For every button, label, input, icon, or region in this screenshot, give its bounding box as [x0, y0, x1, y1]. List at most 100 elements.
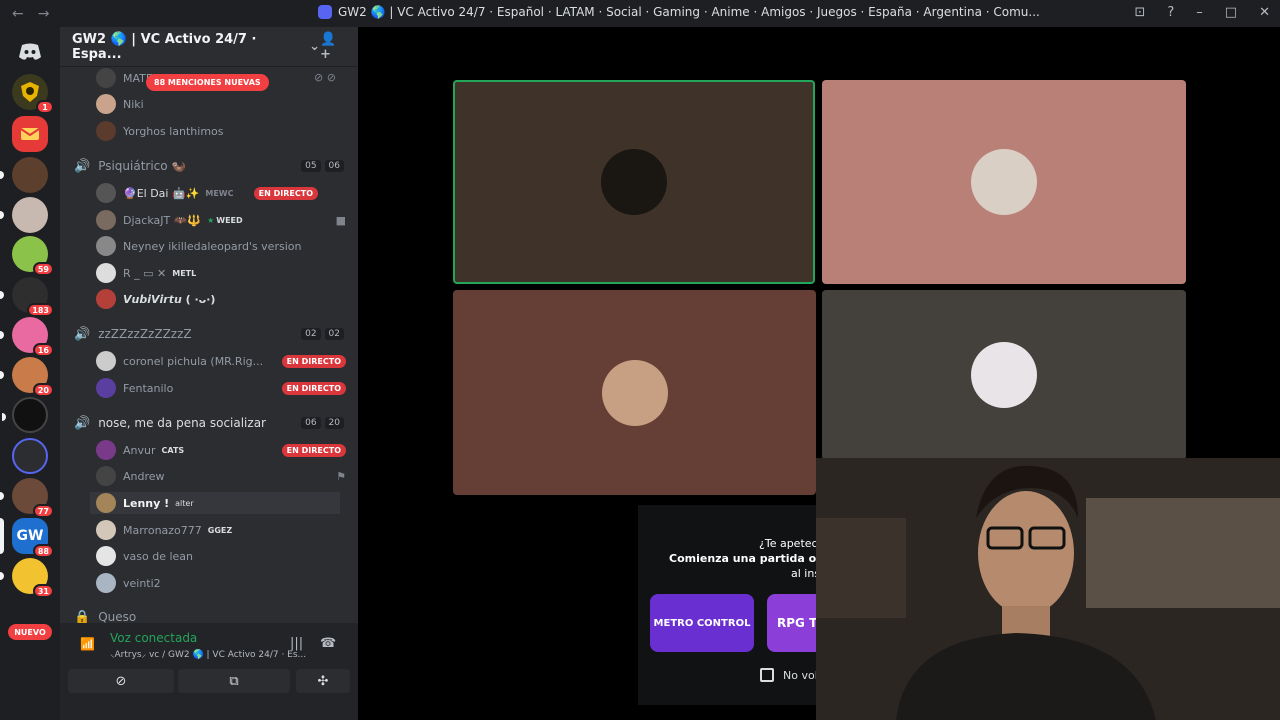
avatar — [96, 573, 116, 593]
minimize-button[interactable]: – — [1196, 5, 1203, 20]
voice-user[interactable]: veinti2 — [96, 572, 161, 594]
server-rail: 1 59 183 16 20 77 GW 88 31 NUEVO — [0, 27, 60, 720]
server-icon-5[interactable]: 59 — [12, 236, 54, 276]
participant-tile[interactable] — [822, 80, 1186, 284]
participant-tile-speaking[interactable] — [453, 80, 815, 284]
voice-user[interactable]: Niki — [96, 93, 144, 115]
server-icon-7[interactable]: 16 — [0, 317, 54, 357]
inbox-icon[interactable]: ⊡ — [1134, 5, 1145, 20]
voice-user[interactable]: Neyney ikilledaleopard's version — [96, 235, 301, 257]
voice-user[interactable]: MATE — [96, 67, 153, 89]
server-icon-8[interactable]: 20 — [0, 357, 54, 397]
clan-tag: CATS — [161, 445, 185, 455]
signal-icon: 📶 — [80, 637, 95, 651]
voice-user[interactable]: Anvur CATS EN DIRECTO — [96, 439, 346, 461]
activity-card-metro-control[interactable]: METRO CONTROL — [650, 594, 754, 652]
nuevo-pill[interactable]: NUEVO — [8, 624, 52, 640]
add-user-icon[interactable]: 👤+ — [320, 32, 346, 62]
participant-avatar — [971, 149, 1037, 215]
notification-badge: 77 — [32, 504, 54, 518]
server-icon-gw2[interactable]: GW 88 — [0, 518, 54, 558]
server-icon-4[interactable] — [0, 197, 48, 233]
avatar — [96, 236, 116, 256]
live-badge: EN DIRECTO — [281, 354, 346, 368]
server-header[interactable]: GW2 🌎 | VC Activo 24/7 · Espa... ⌄ 👤+ — [60, 27, 358, 67]
home-discord-icon[interactable] — [12, 34, 48, 70]
voice-user[interactable]: DjackaJT 🦇🔱 ★ WEED ■ — [96, 209, 346, 231]
server-icon-9[interactable] — [2, 397, 48, 433]
avatar — [96, 351, 116, 371]
user-name: veinti2 — [123, 576, 161, 590]
back-arrow-icon[interactable]: ← — [12, 6, 24, 22]
user-name: coronel pichula (MR.Rig... — [123, 354, 264, 368]
notification-badge: 59 — [32, 262, 54, 276]
server-icon-3[interactable] — [0, 157, 48, 193]
notification-badge: 31 — [32, 584, 54, 598]
webcam-overlay — [816, 458, 1280, 720]
voice-user[interactable]: vaso de lean — [96, 545, 193, 567]
voice-user[interactable]: 𝙑𝙪𝙗𝙞𝙑𝙞𝙧𝙩𝙪 ( ·ᴗ·) — [96, 288, 215, 310]
window-title: GW2 🌎 | VC Activo 24/7 · Español · LATAM… — [338, 5, 1040, 19]
gamepad-icon: ⚑ — [336, 469, 346, 483]
user-name: R _ ▭ ✕ — [123, 266, 167, 280]
user-name: Niki — [123, 97, 144, 111]
avatar — [96, 289, 116, 309]
activity-text-2: al ins — [791, 567, 818, 580]
user-name: Marronazo777 — [123, 523, 202, 537]
voice-channel-nose[interactable]: 🔊 nose, me da pena socializar 06 20 — [74, 412, 344, 434]
avatar — [96, 520, 116, 540]
camera-off-button[interactable]: ⊘ — [68, 669, 174, 693]
voice-channel-path[interactable]: ⸜Artrys⸝ vc / GW2 🌎 | VC Activo 24/7 · E… — [110, 647, 306, 660]
participant-tile[interactable] — [453, 290, 816, 495]
server-icon-1[interactable]: 1 — [12, 74, 54, 114]
clan-tag: alter — [175, 498, 194, 508]
avatar — [96, 378, 116, 398]
chevron-down-icon[interactable]: ⌄ — [309, 39, 320, 54]
voice-user[interactable]: Lenny ! alter — [90, 492, 340, 514]
voice-channel-zz[interactable]: 🔊 zzZZzzZzZZzzZ 02 02 — [74, 323, 344, 345]
voice-channel-psiquiatrico[interactable]: 🔊 Psiquiátrico 🦦 05 06 — [74, 155, 344, 177]
server-icon-2[interactable] — [12, 116, 48, 152]
voice-user[interactable]: Marronazo777 GGEZ — [96, 519, 232, 541]
activity-card-rpg[interactable]: RPG Ta — [767, 594, 818, 652]
voice-user[interactable]: Yorghos lanthimos — [96, 120, 224, 142]
clan-tag: GGEZ — [207, 525, 233, 535]
notification-badge: 183 — [27, 303, 54, 317]
user-name: Neyney ikilledaleopard's version — [123, 239, 302, 253]
avatar — [96, 94, 116, 114]
dont-show-checkbox[interactable] — [760, 668, 774, 682]
server-icon-11[interactable]: 77 — [0, 478, 54, 518]
user-name: Lenny ! — [123, 496, 170, 510]
close-button[interactable]: ✕ — [1259, 5, 1270, 20]
participant-tile[interactable] — [822, 290, 1186, 460]
video-icon: ■ — [335, 213, 346, 227]
user-name: 🔮El Dai 🤖✨ — [123, 186, 200, 200]
avatar — [96, 440, 116, 460]
voice-user[interactable]: Fentanilo EN DIRECTO — [96, 377, 346, 399]
noise-suppression-icon[interactable]: ||| — [290, 636, 303, 651]
maximize-button[interactable]: □ — [1225, 5, 1237, 20]
user-name: Fentanilo — [123, 381, 174, 395]
participant-avatar — [601, 149, 667, 215]
help-icon[interactable]: ? — [1167, 5, 1174, 20]
voice-user[interactable]: 🔮El Dai 🤖✨ MEWC EN DIRECTO — [96, 182, 346, 204]
notification-badge: 1 — [36, 100, 54, 114]
participant-avatar — [601, 359, 668, 426]
voice-user[interactable]: Andrew ⚑ — [96, 465, 346, 487]
activities-button[interactable]: ✣ — [296, 669, 350, 693]
avatar — [96, 121, 116, 141]
voice-user[interactable]: R _ ▭ ✕ METL — [96, 262, 196, 284]
voice-user[interactable]: coronel pichula (MR.Rig... EN DIRECTO — [96, 350, 346, 372]
user-name: 𝙑𝙪𝙗𝙞𝙑𝙞𝙧𝙩𝙪 ( ·ᴗ·) — [123, 292, 216, 306]
new-mentions-pill[interactable]: 88 MENCIONES NUEVAS — [146, 74, 269, 91]
disconnect-icon[interactable]: ☎ — [320, 636, 336, 651]
server-icon-6[interactable]: 183 — [0, 277, 54, 317]
server-icon-10[interactable] — [12, 438, 48, 474]
forward-arrow-icon[interactable]: → — [38, 6, 50, 22]
voice-status[interactable]: Voz conectada — [110, 631, 197, 645]
screen-share-button[interactable]: ⧉ — [178, 669, 290, 693]
notification-badge: 16 — [32, 343, 54, 357]
server-icon-12[interactable]: 31 — [0, 558, 54, 598]
clan-tag: MEWC — [205, 188, 234, 198]
channel-name: Queso — [98, 610, 137, 624]
